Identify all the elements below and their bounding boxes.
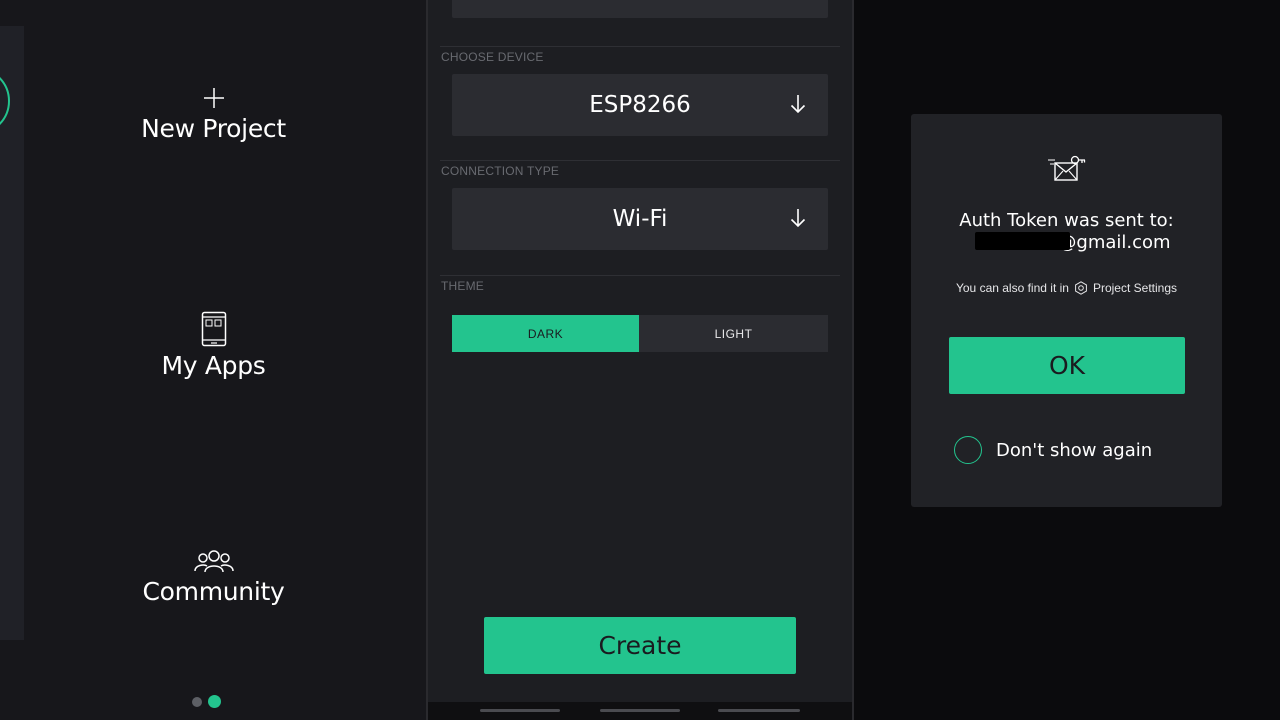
dont-show-radio[interactable] [954, 436, 982, 464]
theme-toggle: DARK LIGHT [452, 315, 828, 352]
home-panel: New Project My Apps Community [0, 0, 427, 720]
auth-token-dialog: Auth Token was sent to: @gmail.com You c… [911, 114, 1222, 507]
redacted-email-block [975, 232, 1070, 250]
page-dot-active[interactable] [208, 695, 221, 708]
theme-dark-option[interactable]: DARK [452, 315, 639, 352]
nav-pill[interactable] [480, 709, 560, 712]
choose-device-label: CHOOSE DEVICE [441, 50, 544, 64]
page-dot[interactable] [192, 696, 202, 707]
nav-pill[interactable] [718, 709, 800, 712]
mail-key-icon [1048, 155, 1086, 181]
arrow-down-icon [790, 95, 806, 114]
auth-token-screen: Auth Token was sent to: @gmail.com You c… [854, 0, 1280, 720]
create-button[interactable]: Create [484, 617, 796, 674]
dont-show-label: Don't show again [996, 439, 1153, 461]
section-divider [440, 275, 840, 276]
new-project-label: New Project [141, 114, 286, 143]
connection-type-label: CONNECTION TYPE [441, 164, 560, 178]
auth-token-title: Auth Token was sent to: [959, 210, 1174, 231]
project-settings-link[interactable]: Project Settings [1093, 281, 1177, 295]
phone-icon [201, 311, 226, 347]
plus-icon [203, 88, 224, 108]
create-project-panel: CHOOSE DEVICE ESP8266 CONNECTION TYPE Wi… [428, 0, 852, 720]
system-nav-bar [428, 702, 852, 720]
people-icon [193, 550, 234, 573]
connection-select[interactable]: Wi-Fi [452, 188, 828, 250]
nav-pill[interactable] [600, 709, 680, 712]
my-apps-button[interactable]: My Apps [0, 311, 427, 380]
connection-value: Wi-Fi [612, 206, 668, 232]
theme-light-option[interactable]: LIGHT [639, 315, 828, 352]
section-divider [440, 160, 840, 161]
project-settings-hint: You can also find it in Project Settings [911, 281, 1222, 295]
my-apps-label: My Apps [161, 351, 266, 380]
community-button[interactable]: Community [0, 549, 427, 606]
page-indicator [192, 695, 221, 708]
arrow-down-icon [790, 209, 806, 228]
community-label: Community [142, 577, 285, 606]
new-project-button[interactable]: New Project [0, 86, 427, 143]
section-divider [440, 46, 840, 47]
dont-show-again-option[interactable]: Don't show again [954, 436, 1152, 464]
hint-text: You can also find it in [955, 281, 1069, 295]
device-select[interactable]: ESP8266 [452, 74, 828, 136]
ok-button[interactable]: OK [949, 337, 1185, 394]
project-name-field[interactable] [452, 0, 828, 18]
hexagon-settings-icon [1075, 281, 1087, 295]
theme-label: THEME [441, 279, 484, 293]
device-value: ESP8266 [589, 92, 691, 118]
